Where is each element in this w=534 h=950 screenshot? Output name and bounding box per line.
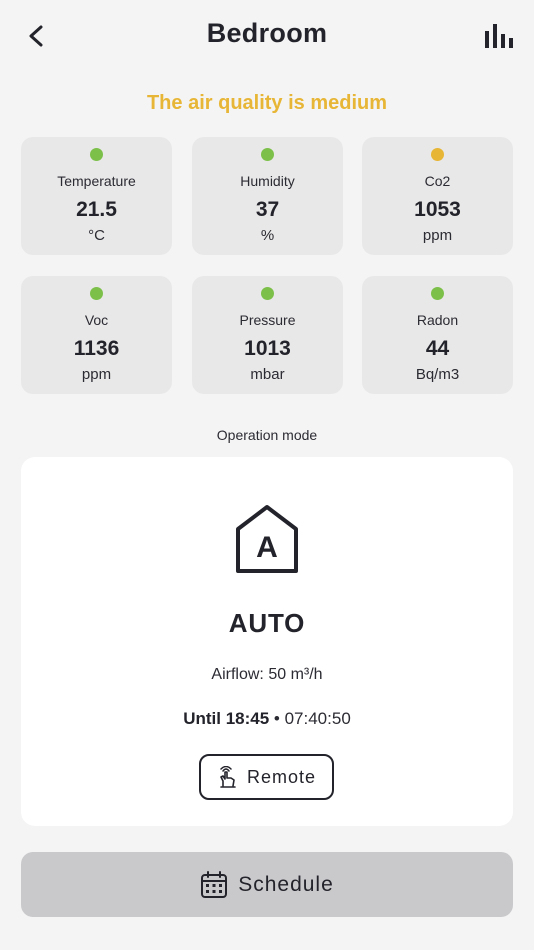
sensor-value: 44 — [425, 337, 450, 360]
countdown: 07:40:50 — [284, 709, 351, 728]
sensor-name: Co2 — [424, 173, 451, 189]
calendar-icon — [201, 870, 228, 898]
top-bar: Bedroom — [0, 0, 534, 72]
until-line: Until 18:45 • 07:40:50 — [21, 709, 513, 729]
sensor-unit: °C — [88, 227, 105, 244]
sensor-unit: Bq/m3 — [415, 366, 460, 383]
sensor-name: Voc — [84, 312, 109, 328]
sensor-value: 1136 — [73, 337, 120, 360]
statistics-button[interactable] — [482, 20, 514, 52]
until-time: Until 18:45 — [183, 709, 270, 728]
sensor-value: 1053 — [414, 198, 461, 221]
schedule-button[interactable]: Schedule — [21, 852, 513, 917]
sensor-tile-humidity[interactable]: Humidity 37 % — [192, 137, 343, 255]
status-dot — [90, 148, 103, 161]
remote-label: Remote — [246, 766, 317, 787]
sensor-unit: ppm — [422, 227, 453, 244]
sensor-name: Radon — [416, 312, 459, 328]
sensor-unit: ppm — [81, 366, 112, 383]
remote-hand-icon — [220, 766, 236, 788]
sensor-value: 21.5 — [76, 198, 117, 221]
separator: • — [269, 709, 285, 728]
schedule-label: Schedule — [238, 872, 334, 896]
status-dot — [431, 148, 444, 161]
airflow-text: Airflow: 50 m³/h — [211, 666, 323, 683]
sensor-name: Pressure — [239, 312, 296, 328]
sensor-value: 1013 — [244, 337, 291, 360]
sensor-tile-pressure[interactable]: Pressure 1013 mbar — [192, 276, 343, 394]
sensor-name: Humidity — [240, 173, 295, 189]
sensor-tile-radon[interactable]: Radon 44 Bq/m3 — [362, 276, 513, 394]
remote-button[interactable]: Remote — [199, 754, 334, 800]
status-dot — [431, 287, 444, 300]
auto-mode-house-icon: A — [236, 505, 298, 573]
status-dot — [261, 148, 274, 161]
sensor-tile-voc[interactable]: Voc 1136 ppm — [21, 276, 172, 394]
status-dot — [90, 287, 103, 300]
mode-letter: A — [256, 531, 278, 564]
bar-chart-icon — [485, 24, 513, 48]
sensor-tile-temperature[interactable]: Temperature 21.5 °C — [21, 137, 172, 255]
page-title: Bedroom — [206, 18, 328, 48]
sensor-unit: mbar — [250, 366, 285, 383]
sensor-tile-co2[interactable]: Co2 1053 ppm — [362, 137, 513, 255]
air-quality-status: The air quality is medium — [146, 92, 388, 114]
sensor-name: Temperature — [57, 173, 136, 189]
sensor-value: 37 — [255, 198, 280, 221]
sensor-unit: % — [260, 227, 275, 244]
operation-mode-label: Operation mode — [216, 427, 318, 443]
mode-name: AUTO — [228, 608, 306, 638]
operation-mode-card[interactable]: A AUTO Airflow: 50 m³/h Until 18:45 • 07… — [21, 457, 513, 826]
status-dot — [261, 287, 274, 300]
